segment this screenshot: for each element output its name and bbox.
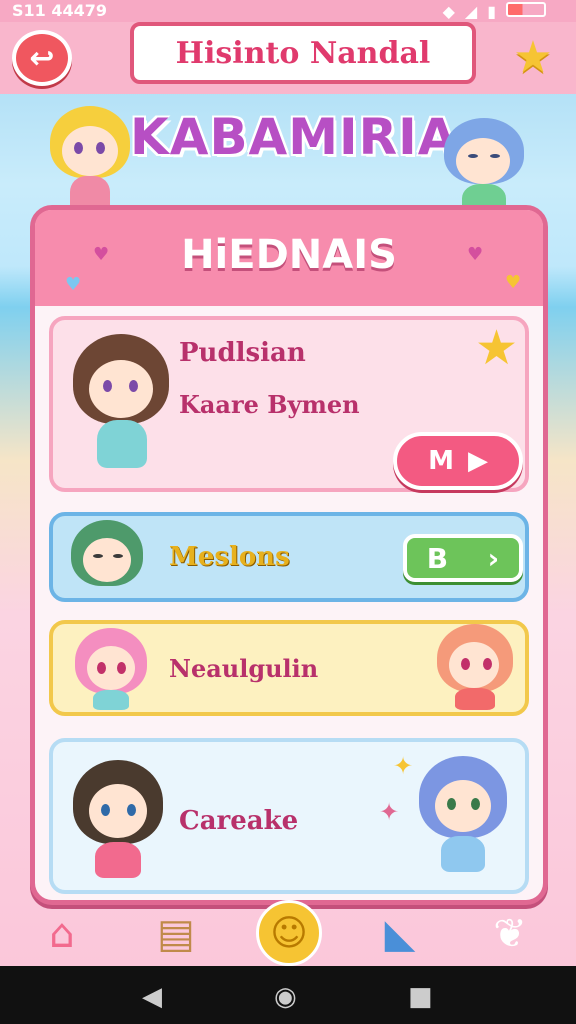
system-recents-icon[interactable]: ■ — [408, 982, 433, 1012]
megaphone-icon: ◣ — [384, 911, 416, 957]
back-button[interactable]: ↩ — [12, 30, 72, 86]
banner-title: Hisinto Nandal — [175, 35, 431, 71]
panel-title: HiEDNAIS — [181, 232, 397, 278]
main-panel: ♥ ♥ ♥ ♥ HiEDNAIS Pudlsian Kaare Bymen ★ … — [30, 205, 548, 905]
chibi-brown-avatar — [67, 330, 177, 480]
card-title: Pudlsian — [179, 338, 306, 368]
star-icon: ★ — [513, 31, 553, 83]
b-button-label: B — [426, 541, 449, 575]
chibi-green-avatar — [67, 520, 147, 598]
card-title: Neaulgulin — [169, 654, 319, 683]
chibi-bluehair-avatar — [415, 756, 511, 880]
bottom-nav: ⌂ ▤ ☺ ◣ ❦ — [0, 900, 576, 966]
status-time: S11 44479 — [12, 1, 108, 20]
battery-icon — [506, 2, 546, 17]
chibi-pink-avatar — [71, 628, 151, 712]
play-button[interactable]: M ▶ — [393, 432, 523, 490]
system-back-icon[interactable]: ◀ — [142, 982, 162, 1012]
panel-header: ♥ ♥ ♥ ♥ HiEDNAIS — [35, 210, 543, 306]
chibi-darkhair-avatar — [69, 760, 167, 880]
home-icon: ⌂ — [49, 911, 75, 957]
smiley-icon: ☺ — [270, 912, 308, 954]
list-item-careake[interactable]: Careake ✦ ✦ — [49, 738, 529, 894]
system-home-icon[interactable]: ◉ — [274, 982, 297, 1012]
favorite-button[interactable]: ★ — [506, 30, 560, 84]
notification-icon: ▮ — [487, 2, 496, 21]
list-item-neaulgulin[interactable]: Neaulgulin — [49, 620, 529, 716]
sparkle-icon: ✦ — [393, 752, 414, 780]
system-navigation-bar: ◀ ◉ ■ — [0, 966, 576, 1024]
card-title: Careake — [179, 806, 299, 836]
status-icons: ◆ ◢ ▮ — [443, 2, 546, 21]
chibi-orange-avatar — [433, 624, 517, 712]
nav-notes[interactable]: ▤ — [146, 904, 206, 964]
logo-title: KABAMIRIA — [130, 108, 458, 166]
card-subtitle: Kaare Bymen — [179, 390, 360, 419]
nav-home[interactable]: ⌂ — [32, 904, 92, 964]
status-bar: S11 44479 ◆ ◢ ▮ — [0, 0, 576, 22]
card-title: Meslons — [169, 542, 290, 572]
list-item-meslons[interactable]: Meslons B › — [49, 512, 529, 602]
nav-megaphone[interactable]: ◣ — [370, 904, 430, 964]
sparkle-icon: ✦ — [379, 798, 400, 826]
arrow-right-icon: › — [487, 541, 500, 575]
play-button-label: M — [428, 446, 454, 476]
notes-icon: ▤ — [157, 911, 195, 957]
nav-ghost[interactable]: ❦ — [480, 904, 540, 964]
signal-icon: ◢ — [464, 2, 478, 21]
back-arrow-icon: ↩ — [29, 40, 55, 76]
play-icon: ▶ — [467, 446, 488, 476]
ghost-icon: ❦ — [493, 911, 527, 957]
star-icon: ★ — [475, 320, 519, 376]
wifi-icon: ◆ — [442, 2, 455, 21]
list-item-pudlsian[interactable]: Pudlsian Kaare Bymen ★ M ▶ — [49, 316, 529, 492]
nav-smiley[interactable]: ☺ — [256, 900, 322, 966]
b-button[interactable]: B › — [403, 534, 523, 582]
top-banner: Hisinto Nandal — [130, 22, 476, 84]
